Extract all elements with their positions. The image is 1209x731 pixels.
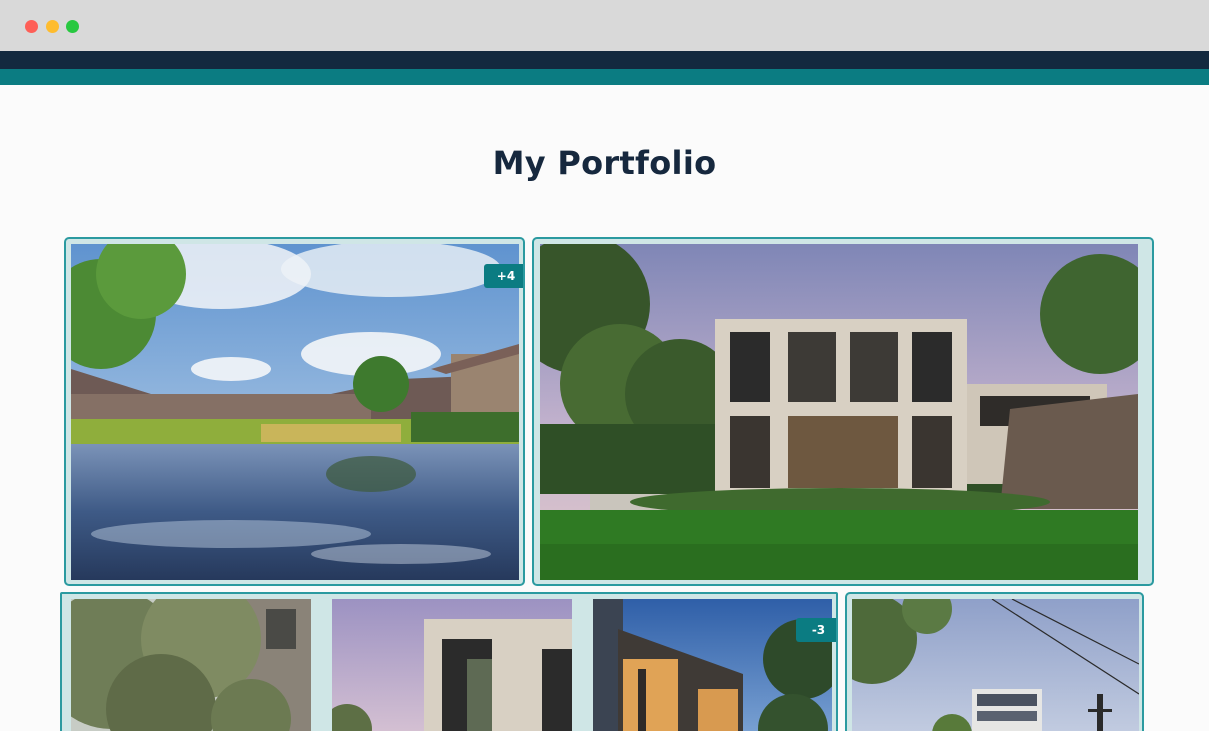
more-photos-badge[interactable]: +4 (484, 264, 523, 288)
portfolio-card-villa-pool[interactable]: +4 (64, 237, 525, 586)
portfolio-card-modern-house[interactable] (532, 237, 1154, 586)
villa-pool-photo (71, 244, 519, 580)
site-navbar (0, 51, 1209, 69)
modern-house-garden-photo (540, 244, 1138, 580)
tree-facade-photo (71, 599, 311, 731)
stone-facade-dusk-photo (332, 599, 572, 731)
portfolio-card-apartment[interactable] (845, 592, 1144, 731)
accent-bar (0, 69, 1209, 85)
browser-titlebar (0, 0, 1209, 51)
minimize-window-button[interactable] (46, 20, 59, 33)
maximize-window-button[interactable] (66, 20, 79, 33)
portfolio-card-triptych[interactable]: -3 (60, 592, 838, 731)
page-title: My Portfolio (492, 144, 717, 182)
fewer-photos-badge[interactable]: -3 (796, 618, 836, 642)
apartment-building-photo (852, 599, 1139, 731)
close-window-button[interactable] (25, 20, 38, 33)
